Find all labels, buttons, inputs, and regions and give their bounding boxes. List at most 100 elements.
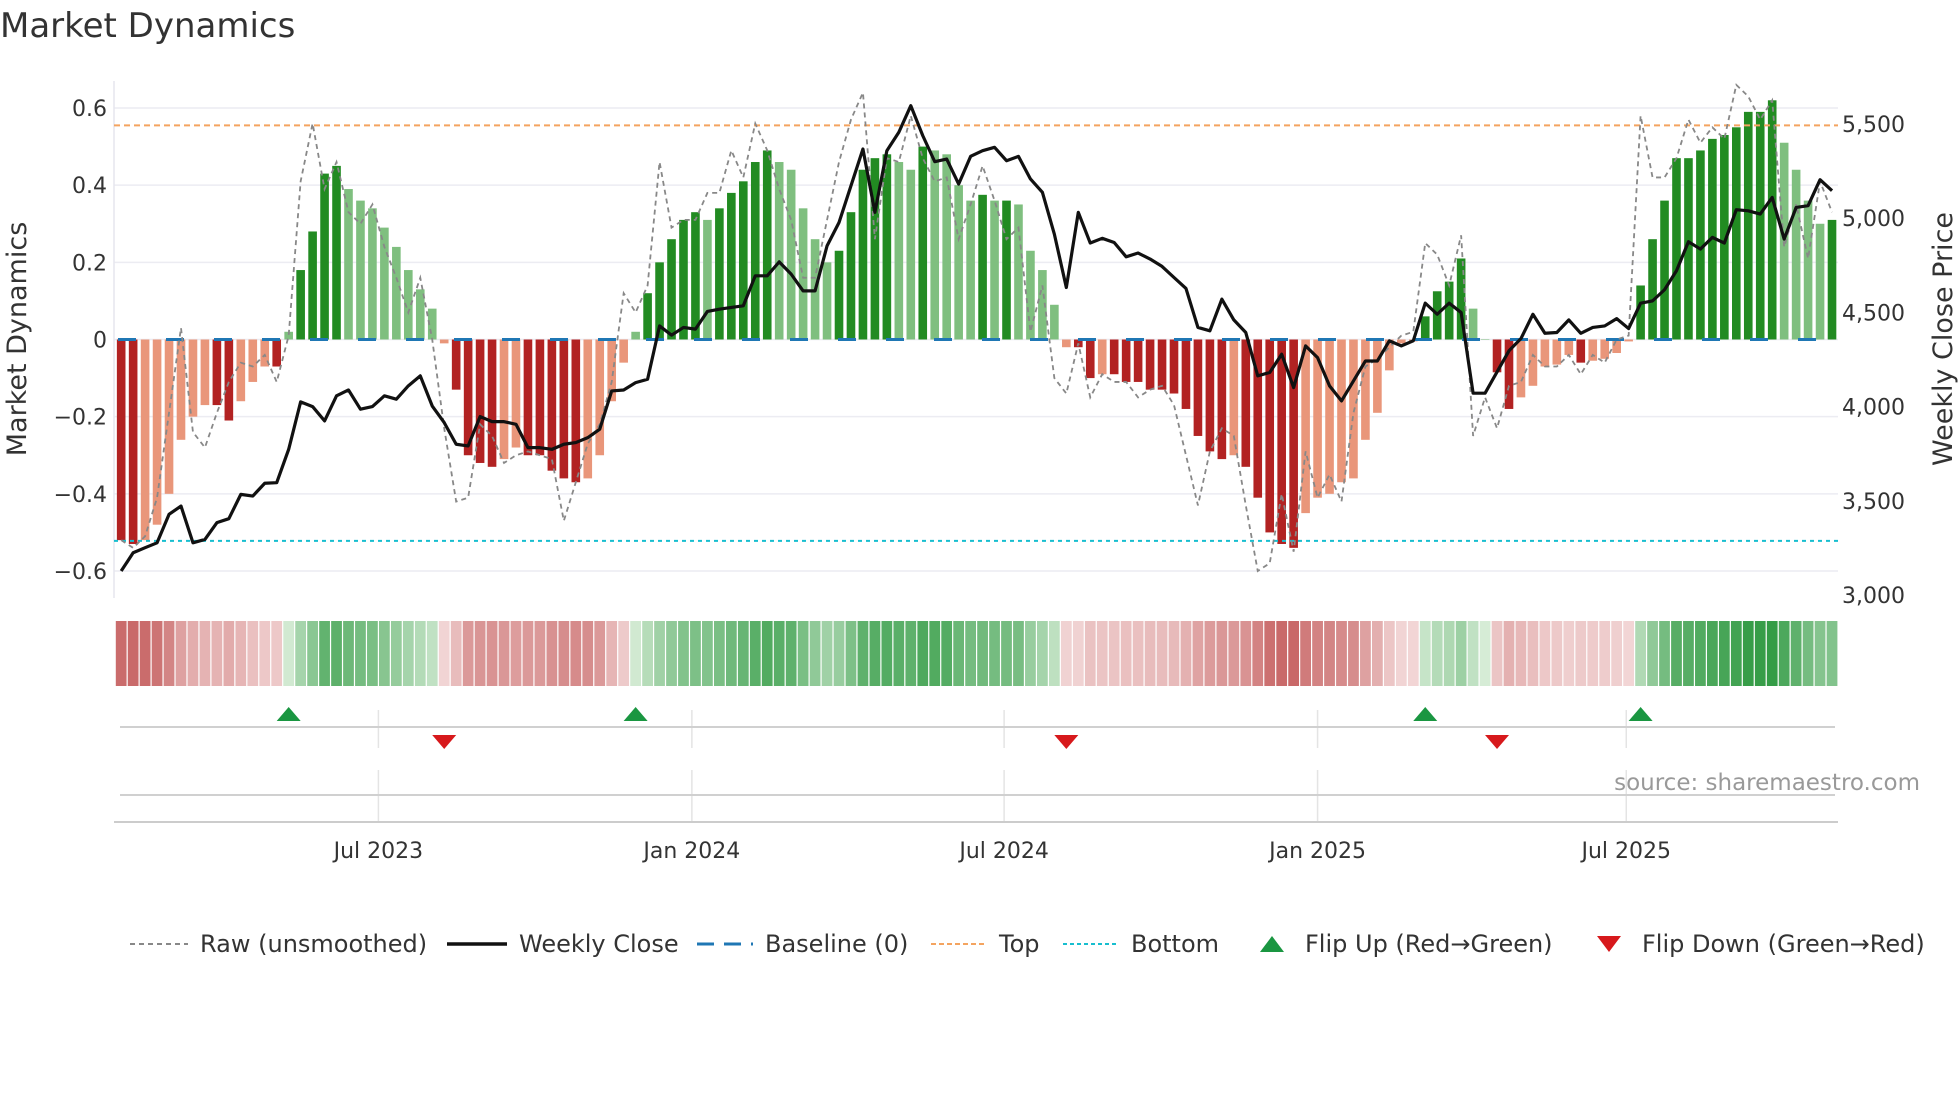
dashed-line-icon xyxy=(130,943,188,945)
dynamics-bar xyxy=(1349,339,1358,479)
dynamics-bar xyxy=(727,192,736,340)
heat-strip-cell xyxy=(1324,621,1335,686)
heat-strip-cell xyxy=(426,621,438,686)
dynamics-bar xyxy=(1516,339,1526,398)
heat-strip-cell xyxy=(1204,621,1216,686)
dynamics-bar xyxy=(1205,339,1215,452)
heat-strip-cell xyxy=(1587,621,1599,686)
triangle-down-icon xyxy=(1597,936,1621,952)
heat-strip-cell xyxy=(1826,621,1838,686)
heat-strip-cell xyxy=(414,621,426,686)
dynamics-bar xyxy=(1576,339,1586,363)
dynamics-bar xyxy=(738,181,748,340)
dynamics-bar xyxy=(1169,339,1179,394)
heat-strip-cell xyxy=(151,621,163,686)
heat-strip-cell xyxy=(1264,621,1276,686)
x-tick-label: Jan 2024 xyxy=(641,839,740,864)
dynamics-bar xyxy=(1062,339,1071,348)
heat-strip-cell xyxy=(666,621,677,686)
dynamics-bar xyxy=(176,339,186,440)
heat-strip-cell xyxy=(1060,621,1072,686)
dynamics-bar xyxy=(786,169,796,340)
heat-strip-cell xyxy=(1467,621,1479,686)
heat-strip-cell xyxy=(1683,621,1694,686)
dynamics-bar xyxy=(128,339,138,544)
heat-strip-cell xyxy=(1647,621,1658,686)
dynamics-bar xyxy=(1337,339,1346,483)
dynamics-bar xyxy=(451,339,461,390)
heat-strip-cell xyxy=(1180,621,1192,686)
dynamics-bar xyxy=(296,270,305,340)
dynamics-bar xyxy=(1420,316,1430,340)
heat-strip-cell xyxy=(1419,621,1431,686)
heat-strip-cell xyxy=(857,621,869,686)
heat-strip-cell xyxy=(355,621,366,686)
y2-tick-label: 4,000 xyxy=(1842,396,1905,421)
dynamics-bar xyxy=(272,339,282,367)
triangle-up-icon xyxy=(1260,936,1284,952)
heat-strip-cell xyxy=(534,621,546,686)
dynamics-bar xyxy=(1624,339,1633,342)
dynamics-bar xyxy=(942,154,951,340)
heat-strip-cell xyxy=(1048,621,1060,686)
dynamics-bar xyxy=(834,250,844,340)
legend-item-baseline: Baseline (0) xyxy=(697,924,908,964)
heat-strip-cell xyxy=(1790,621,1802,686)
heat-strip-cell xyxy=(1372,621,1383,686)
heat-strip-cell xyxy=(1431,621,1443,686)
dynamics-bar xyxy=(308,231,317,340)
heat-strip-cell xyxy=(1072,621,1084,686)
heat-strip-cell xyxy=(642,621,653,686)
heat-strip-cell xyxy=(402,621,414,686)
heat-strip-cell xyxy=(965,621,976,686)
dynamics-bar xyxy=(774,162,784,340)
heat-strip-cell xyxy=(582,621,594,686)
heat-strip-cell xyxy=(474,621,486,686)
bottom-line-icon xyxy=(1063,943,1119,945)
y-tick-label: 0.2 xyxy=(72,251,107,276)
heat-strip-cell xyxy=(917,621,929,686)
baseline-dash-icon xyxy=(697,942,753,946)
dynamics-bar xyxy=(1791,169,1801,340)
heat-strip-cell xyxy=(1443,621,1455,686)
dynamics-bar xyxy=(571,339,581,483)
heat-strip-cell xyxy=(1539,621,1551,686)
heat-strip-cell xyxy=(570,621,582,686)
heat-strip-cell xyxy=(450,621,462,686)
solid-line-icon xyxy=(447,942,507,946)
heat-strip-cell xyxy=(845,621,857,686)
flip-down-marker xyxy=(432,735,457,749)
heat-strip-cell xyxy=(1013,621,1024,686)
heat-strip-cell xyxy=(905,621,917,686)
dynamics-bar xyxy=(1827,219,1837,340)
dynamics-bar xyxy=(906,169,916,340)
heat-strip-cell xyxy=(1300,621,1311,686)
dynamics-bar xyxy=(1660,200,1669,340)
heat-strip-cell xyxy=(558,621,570,686)
dynamics-bar xyxy=(619,339,628,363)
dynamics-bar xyxy=(547,339,557,471)
chart-title: Market Dynamics xyxy=(0,6,296,46)
dynamics-bar xyxy=(750,162,760,340)
heat-strip-cell xyxy=(1527,621,1539,686)
y-tick-label: −0.2 xyxy=(54,406,107,431)
heat-strip-cell xyxy=(546,621,558,686)
heat-strip-cell xyxy=(1671,621,1682,686)
heat-strip-cell xyxy=(1120,621,1132,686)
heat-strip-cell xyxy=(702,621,713,686)
heat-strip-cell xyxy=(211,621,223,686)
heat-strip-cell xyxy=(1348,621,1359,686)
heat-strip-cell xyxy=(1742,621,1754,686)
heat-strip-cell xyxy=(127,621,139,686)
heat-strip-cell xyxy=(953,621,965,686)
flip-up-marker xyxy=(276,707,301,721)
source-label: source: sharemaestro.com xyxy=(1614,770,1920,796)
heat-strip-cell xyxy=(1216,621,1228,686)
dynamics-bar xyxy=(487,339,497,467)
dynamics-bar xyxy=(643,293,652,340)
heat-strip-cell xyxy=(1611,621,1623,686)
x-tick-label: Jan 2025 xyxy=(1267,839,1366,864)
heat-strip-cell xyxy=(737,621,749,686)
heat-strip-cell xyxy=(1730,621,1742,686)
dynamics-bar xyxy=(667,239,676,340)
